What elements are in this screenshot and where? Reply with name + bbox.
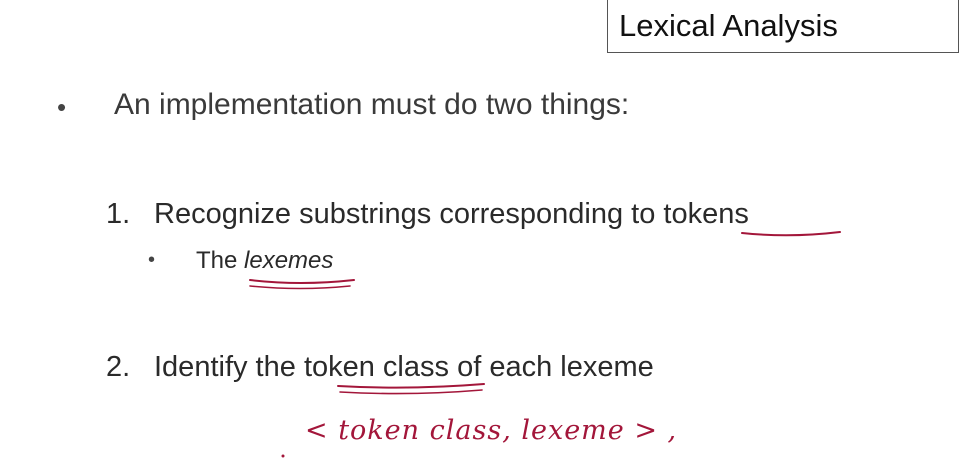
item-2-text-before: Identify the [154,351,304,383]
title-box: Lexical Analysis [607,0,959,53]
lexemes-underline [249,285,351,290]
item-2-text: Identify the token class of each lexeme [154,351,654,384]
item-1-underlined: tokens [663,198,749,230]
bullet-dot: • [57,92,67,122]
ink-dot [281,454,285,458]
main-bullet-text: An implementation must do two things: [114,88,630,121]
token-class-underline [339,389,483,395]
slide-title: Lexical Analysis [619,8,838,43]
handwritten-note: < token class, lexeme > , [305,415,678,446]
item-number: 2. [106,351,131,383]
item-2-text-after: of each lexeme [449,351,654,383]
token-class-underline [337,383,485,389]
tokens-underline [741,231,841,237]
sub-bullet-emphasis: lexemes [244,247,334,274]
item-1-text-before: Recognize substrings corresponding to [154,198,664,230]
lexemes-underline [249,279,355,284]
sub-bullet-dot: • [148,249,156,271]
slide: Lexical Analysis • An implementation mus… [0,0,960,459]
item-number: 1. [106,198,131,230]
sub-bullet-text: The lexemes [196,247,333,275]
sub-bullet-prefix: The [196,247,245,274]
item-2-underlined: token class [303,351,450,383]
item-1-text: Recognize substrings corresponding to to… [154,198,749,231]
